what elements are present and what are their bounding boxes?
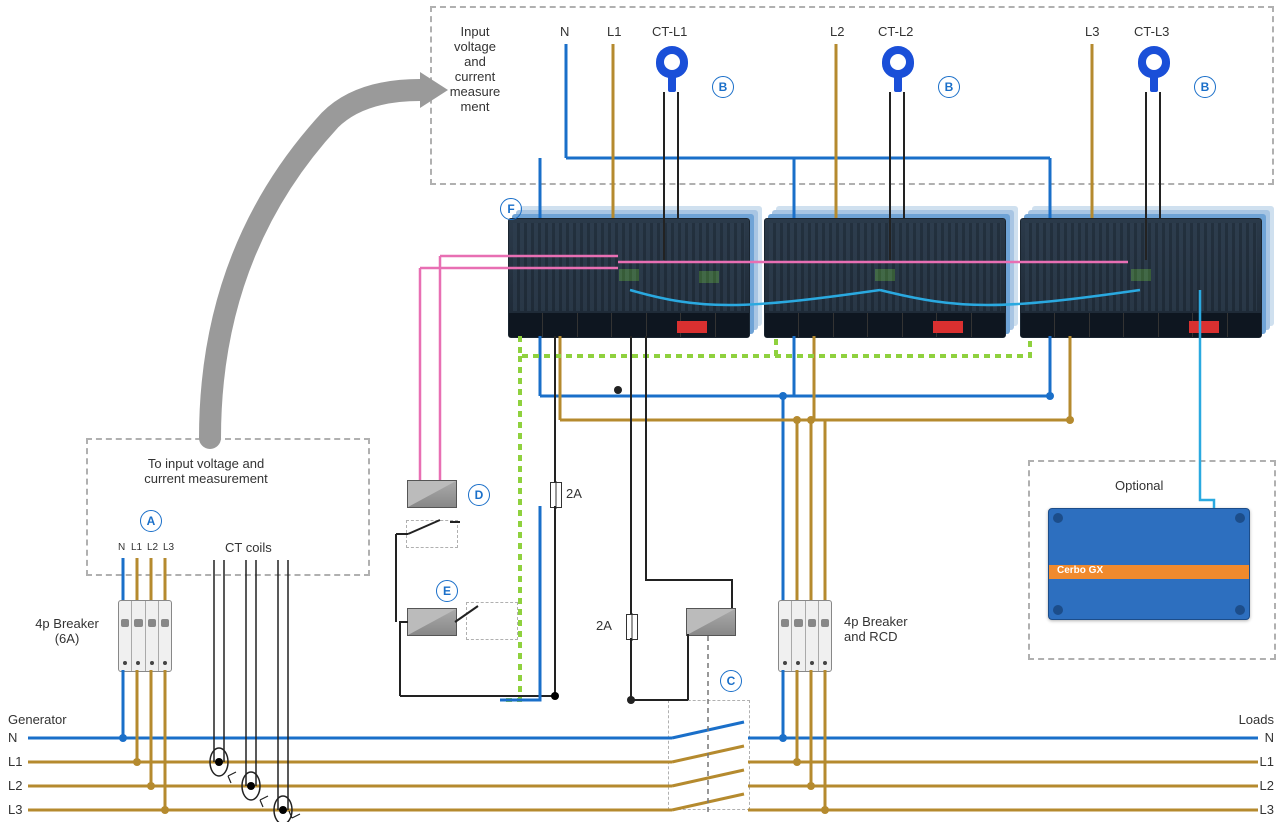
- node: [1046, 392, 1054, 400]
- node: [614, 386, 622, 394]
- node: [1066, 416, 1074, 424]
- node: [779, 734, 787, 742]
- node: [161, 806, 169, 814]
- node: [807, 416, 815, 424]
- node: [279, 806, 287, 814]
- node: [247, 782, 255, 790]
- node: [807, 782, 815, 790]
- node: [551, 692, 559, 700]
- node: [627, 696, 635, 704]
- node: [793, 416, 801, 424]
- node: [215, 758, 223, 766]
- node: [793, 758, 801, 766]
- node: [779, 392, 787, 400]
- node: [119, 734, 127, 742]
- node: [133, 758, 141, 766]
- wiring-layer: [0, 0, 1282, 822]
- node: [147, 782, 155, 790]
- node: [821, 806, 829, 814]
